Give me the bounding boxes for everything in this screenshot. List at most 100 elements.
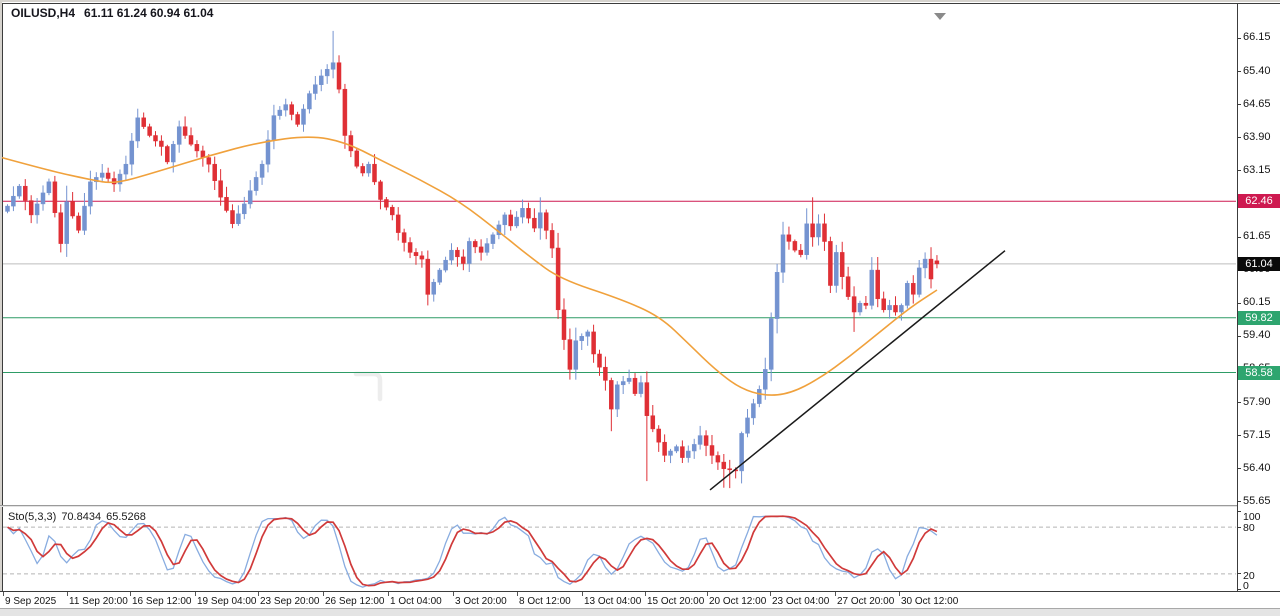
bull-candle bbox=[99, 172, 105, 178]
panel-splitter-highlight bbox=[0, 506, 1237, 507]
price-chart-canvas[interactable] bbox=[0, 0, 1280, 616]
bull-candle bbox=[899, 305, 904, 313]
time-tick-label: 3 Oct 20:00 bbox=[455, 596, 507, 607]
stochastic-signal-value: 65.5268 bbox=[106, 511, 146, 523]
bull-candle bbox=[277, 109, 283, 116]
bull-candle bbox=[17, 185, 22, 197]
time-tick-label: 19 Sep 04:00 bbox=[197, 596, 257, 607]
bear-candle bbox=[727, 468, 732, 471]
time-tick-mark bbox=[517, 592, 518, 596]
bear-candle bbox=[401, 232, 407, 243]
support1-price-badge: 59.82 bbox=[1238, 310, 1280, 325]
bear-candle bbox=[928, 258, 934, 280]
bear-candle bbox=[336, 62, 342, 90]
bear-candle bbox=[656, 428, 661, 443]
bull-candle bbox=[768, 318, 774, 370]
bear-candle bbox=[828, 241, 833, 286]
bear-candle bbox=[23, 185, 28, 201]
time-tick-label: 8 Oct 12:00 bbox=[519, 596, 571, 607]
bear-candle bbox=[28, 200, 34, 216]
bear-candle bbox=[893, 305, 898, 313]
bear-candle bbox=[342, 88, 348, 136]
bull-candle bbox=[313, 84, 318, 94]
bear-candle bbox=[543, 212, 549, 231]
bull-candle bbox=[615, 384, 620, 410]
bear-candle bbox=[395, 214, 401, 233]
bear-candle bbox=[455, 249, 460, 258]
stochastic-name: Sto(5,3,3) bbox=[8, 511, 57, 523]
bull-candle bbox=[751, 403, 756, 419]
bull-candle bbox=[697, 435, 703, 445]
bull-candle bbox=[620, 381, 626, 386]
bull-candle bbox=[431, 281, 436, 295]
bear-candle bbox=[934, 260, 940, 265]
bear-candle bbox=[792, 241, 798, 251]
ascending-trendline[interactable] bbox=[709, 250, 1006, 491]
bull-candle bbox=[34, 203, 40, 216]
bull-candle bbox=[780, 234, 786, 273]
time-axis[interactable]: 9 Sep 2025 11 Sep 20:00 16 Sep 12:00 19 Sep… bbox=[0, 592, 1280, 608]
bear-candle bbox=[875, 269, 880, 300]
stochastic-main-value: 70.8434 bbox=[61, 511, 102, 523]
bull-candle bbox=[816, 223, 821, 238]
time-tick-label: 1 Oct 04:00 bbox=[390, 596, 442, 607]
bear-candle bbox=[549, 230, 555, 249]
time-tick-label: 9 Sep 2025 bbox=[5, 596, 57, 607]
bull-candle bbox=[502, 214, 508, 226]
bear-candle bbox=[609, 380, 614, 410]
bull-candle bbox=[283, 104, 288, 111]
bear-candle bbox=[212, 163, 217, 181]
mt4-chart-window: OILUSD,H4 61.11 61.24 60.94 61.04 Sto(5,3… bbox=[0, 0, 1280, 616]
bear-candle bbox=[224, 197, 229, 211]
bear-candle bbox=[650, 415, 656, 430]
scroll-to-end-marker-icon[interactable] bbox=[934, 13, 946, 20]
bull-candle bbox=[449, 249, 454, 261]
time-tick-label: 23 Sep 20:00 bbox=[260, 596, 320, 607]
bear-candle bbox=[141, 117, 146, 127]
bull-candle bbox=[804, 223, 809, 255]
bull-candle bbox=[467, 241, 472, 264]
bull-candle bbox=[330, 62, 336, 70]
time-tick-mark bbox=[453, 592, 454, 596]
resistance-price-badge: 62.46 bbox=[1238, 194, 1280, 209]
chart-title: OILUSD,H4 61.11 61.24 60.94 61.04 bbox=[8, 6, 217, 20]
support2-price-badge: 58.58 bbox=[1238, 365, 1280, 380]
bear-candle bbox=[58, 212, 64, 244]
bull-candle bbox=[265, 139, 271, 165]
bear-candle bbox=[839, 252, 845, 277]
bear-candle bbox=[372, 163, 377, 183]
bear-candle bbox=[721, 461, 727, 469]
bear-candle bbox=[390, 206, 395, 216]
bull-candle bbox=[686, 450, 691, 458]
stochastic-tick-label: 80 bbox=[1243, 522, 1255, 534]
bull-candle bbox=[307, 93, 312, 110]
bear-candle bbox=[555, 247, 561, 311]
bull-candle bbox=[443, 259, 448, 271]
bull-candle bbox=[514, 216, 519, 227]
bear-candle bbox=[472, 241, 478, 248]
time-tick-mark bbox=[67, 592, 68, 596]
bull-candle bbox=[490, 234, 496, 244]
bear-candle bbox=[461, 256, 466, 264]
symbol-timeframe-label: OILUSD,H4 bbox=[11, 6, 76, 20]
bull-candle bbox=[585, 331, 590, 337]
bull-candle bbox=[82, 205, 87, 231]
price-axis-separator bbox=[1237, 4, 1238, 592]
time-tick-mark bbox=[770, 592, 771, 596]
indicator-panel-bottom-border bbox=[0, 591, 1280, 592]
bull-candle bbox=[484, 243, 490, 253]
bear-candle bbox=[419, 255, 425, 260]
bear-candle bbox=[597, 353, 602, 368]
bear-candle bbox=[567, 339, 573, 370]
bull-candle bbox=[301, 108, 306, 125]
bear-candle bbox=[413, 252, 419, 256]
stochastic-axis[interactable]: 100 80 20 0 bbox=[1237, 0, 1280, 592]
time-tick-label: 30 Oct 12:00 bbox=[901, 596, 959, 607]
bull-candle bbox=[123, 163, 129, 175]
bull-candle bbox=[887, 305, 892, 311]
watermark-icon bbox=[353, 371, 383, 402]
time-tick-mark bbox=[645, 592, 646, 596]
bull-candle bbox=[668, 450, 673, 456]
bear-candle bbox=[159, 140, 164, 147]
bull-candle bbox=[366, 163, 371, 174]
